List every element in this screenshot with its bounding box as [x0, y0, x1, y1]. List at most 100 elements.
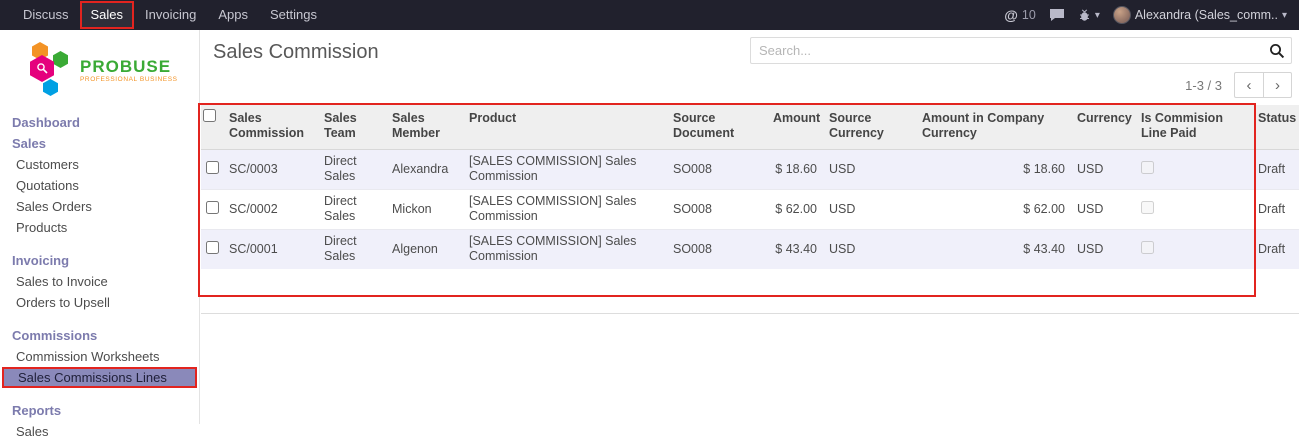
- cell-sales-team: Direct Sales: [318, 149, 386, 189]
- mention-counter[interactable]: @ 10: [1004, 7, 1036, 23]
- row-select-checkbox[interactable]: [206, 201, 219, 214]
- logo-subtitle: PROFESSIONAL BUSINESS: [80, 76, 178, 83]
- control-panel: Sales Commission 1-3 / 3 ‹ ›: [201, 30, 1299, 105]
- caret-down-icon: ▾: [1095, 10, 1100, 21]
- sidebar: PROBUSE PROFESSIONAL BUSINESS Dashboard …: [0, 30, 200, 424]
- sidebar-section-sales[interactable]: Sales: [0, 133, 199, 154]
- col-header-amount-company-currency[interactable]: Amount in Company Currency: [916, 105, 1071, 149]
- pager-previous-button[interactable]: ‹: [1234, 72, 1263, 98]
- cell-currency: USD: [1071, 189, 1135, 229]
- col-header-source-document[interactable]: Source Document: [667, 105, 767, 149]
- cell-sales-member: Algenon: [386, 229, 463, 269]
- logo-hex-pink: [30, 55, 54, 82]
- cell-sales-member: Mickon: [386, 189, 463, 229]
- menu-invoicing[interactable]: Invoicing: [134, 0, 207, 30]
- col-header-currency[interactable]: Currency: [1071, 105, 1135, 149]
- cell-currency: USD: [1071, 229, 1135, 269]
- chat-bubble-icon: [1049, 8, 1065, 22]
- table-row[interactable]: SC/0003 Direct Sales Alexandra [SALES CO…: [201, 149, 1299, 189]
- cell-product: [SALES COMMISSION] Sales Commission: [463, 189, 667, 229]
- col-header-sales-commission[interactable]: Sales Commission: [223, 105, 318, 149]
- table-header-row: Sales Commission Sales Team Sales Member…: [201, 105, 1299, 149]
- mention-icon: @: [1004, 7, 1018, 23]
- sidebar-item-customers[interactable]: Customers: [0, 154, 199, 175]
- table-row[interactable]: SC/0002 Direct Sales Mickon [SALES COMMI…: [201, 189, 1299, 229]
- cell-product: [SALES COMMISSION] Sales Commission: [463, 149, 667, 189]
- cell-source-currency: USD: [823, 149, 916, 189]
- cell-is-paid: [1135, 189, 1252, 229]
- sidebar-item-orders-to-upsell[interactable]: Orders to Upsell: [0, 292, 199, 313]
- sidebar-section-reports[interactable]: Reports: [0, 400, 199, 421]
- messages-button[interactable]: [1049, 8, 1065, 22]
- cell-sales-member: Alexandra: [386, 149, 463, 189]
- is-paid-checkbox: [1141, 161, 1154, 174]
- cell-source-document: SO008: [667, 189, 767, 229]
- systray: @ 10 ▾ Alexandra (Sales_comm.. ▾: [1004, 6, 1299, 24]
- logo-text: PROBUSE PROFESSIONAL BUSINESS: [80, 58, 178, 83]
- logo-hex-green: [53, 51, 68, 68]
- sidebar-item-sales-orders[interactable]: Sales Orders: [0, 196, 199, 217]
- menu-apps[interactable]: Apps: [207, 0, 259, 30]
- cell-amount: $ 43.40: [767, 229, 823, 269]
- cell-status: Draft: [1252, 149, 1299, 189]
- debug-menu[interactable]: ▾: [1078, 9, 1100, 22]
- search-icon: [1269, 43, 1285, 59]
- caret-down-icon: ▾: [1282, 10, 1287, 21]
- menu-sales[interactable]: Sales: [80, 1, 135, 29]
- cell-amount-company-currency: $ 18.60: [916, 149, 1071, 189]
- col-header-select-all: [201, 105, 223, 149]
- cell-product: [SALES COMMISSION] Sales Commission: [463, 229, 667, 269]
- sidebar-section-invoicing[interactable]: Invoicing: [0, 250, 199, 271]
- cell-select: [201, 189, 223, 229]
- cell-source-document: SO008: [667, 149, 767, 189]
- cell-source-currency: USD: [823, 229, 916, 269]
- main-content: Sales Commission 1-3 / 3 ‹ ›: [201, 30, 1299, 424]
- col-header-status[interactable]: Status: [1252, 105, 1299, 149]
- cell-is-paid: [1135, 149, 1252, 189]
- col-header-source-currency[interactable]: Source Currency: [823, 105, 916, 149]
- logo-title: PROBUSE: [80, 58, 178, 76]
- cell-amount: $ 62.00: [767, 189, 823, 229]
- cell-sales-commission: SC/0001: [223, 229, 318, 269]
- sidebar-item-sales-to-invoice[interactable]: Sales to Invoice: [0, 271, 199, 292]
- pager-next-button[interactable]: ›: [1263, 72, 1292, 98]
- select-all-checkbox[interactable]: [203, 109, 216, 122]
- col-header-is-paid[interactable]: Is Commision Line Paid: [1135, 105, 1252, 149]
- menu-settings[interactable]: Settings: [259, 0, 328, 30]
- page-title: Sales Commission: [213, 41, 379, 64]
- sidebar-section-commissions[interactable]: Commissions: [0, 325, 199, 346]
- pager-value: 1-3 / 3: [1185, 78, 1222, 93]
- row-select-checkbox[interactable]: [206, 161, 219, 174]
- sidebar-item-quotations[interactable]: Quotations: [0, 175, 199, 196]
- cell-sales-team: Direct Sales: [318, 229, 386, 269]
- probuse-logo: PROBUSE PROFESSIONAL BUSINESS: [0, 30, 199, 112]
- user-menu[interactable]: Alexandra (Sales_comm.. ▾: [1113, 6, 1287, 24]
- col-header-product[interactable]: Product: [463, 105, 667, 149]
- commission-list-table: Sales Commission Sales Team Sales Member…: [201, 105, 1299, 269]
- search-box: [750, 37, 1292, 64]
- logo-hex-blue: [43, 79, 58, 96]
- list-bottom-border: [201, 313, 1299, 314]
- row-select-checkbox[interactable]: [206, 241, 219, 254]
- sidebar-item-sales-commissions-lines[interactable]: Sales Commissions Lines: [2, 367, 197, 388]
- table-row[interactable]: SC/0001 Direct Sales Algenon [SALES COMM…: [201, 229, 1299, 269]
- col-header-amount[interactable]: Amount: [767, 105, 823, 149]
- sidebar-item-reports-sales[interactable]: Sales: [0, 421, 199, 442]
- sidebar-item-dashboard[interactable]: Dashboard: [0, 112, 199, 133]
- avatar: [1113, 6, 1131, 24]
- cell-amount-company-currency: $ 62.00: [916, 189, 1071, 229]
- is-paid-checkbox: [1141, 201, 1154, 214]
- col-header-sales-member[interactable]: Sales Member: [386, 105, 463, 149]
- search-input[interactable]: [751, 43, 1263, 58]
- col-header-sales-team[interactable]: Sales Team: [318, 105, 386, 149]
- sidebar-item-commission-worksheets[interactable]: Commission Worksheets: [0, 346, 199, 367]
- topbar: Discuss Sales Invoicing Apps Settings @ …: [0, 0, 1299, 30]
- sidebar-item-products[interactable]: Products: [0, 217, 199, 238]
- cell-amount-company-currency: $ 43.40: [916, 229, 1071, 269]
- search-button[interactable]: [1263, 38, 1291, 63]
- cell-currency: USD: [1071, 149, 1135, 189]
- menu-discuss[interactable]: Discuss: [12, 0, 80, 30]
- cell-status: Draft: [1252, 229, 1299, 269]
- cell-amount: $ 18.60: [767, 149, 823, 189]
- cell-status: Draft: [1252, 189, 1299, 229]
